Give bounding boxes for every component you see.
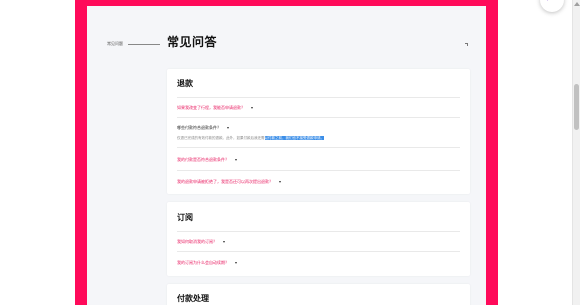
faq-subscription-cancel[interactable]: 我如何取消我的订阅？ bbox=[177, 239, 225, 244]
chevron-down-icon bbox=[279, 180, 281, 183]
faq-answer-selection: 以付款之前，我们也不接受退款申请。 bbox=[264, 136, 324, 140]
refund-card: 退款 如果我改变了行程，我能否申请退款？ 哪些付款符合退款条件？ 仅退已完成的有… bbox=[167, 69, 470, 194]
section-nav-line bbox=[128, 43, 160, 45]
content-frame: 常见问题 常见问答 退款 如果我改变了行程，我能否申请退款？ 哪些付款符合退款条… bbox=[75, 0, 498, 305]
scroll-up-icon[interactable] bbox=[574, 2, 580, 6]
faq-question-text: 我如何取消我的订阅？ bbox=[177, 239, 217, 244]
faq-answer: 仅退已完成的有效付款的退款。此外，如果付款后我还需以付款之前，我们也不接受退款申… bbox=[177, 136, 324, 141]
section-nav[interactable]: 常见问题 bbox=[107, 38, 160, 50]
faq-refund-eligible-payments[interactable]: 哪些付款符合退款条件？ bbox=[177, 125, 229, 130]
corner-arrow-icon bbox=[465, 43, 468, 46]
divider bbox=[177, 170, 460, 171]
left-gutter bbox=[0, 0, 75, 305]
divider bbox=[177, 231, 460, 232]
refund-card-title: 退款 bbox=[177, 79, 193, 88]
chevron-down-icon bbox=[251, 106, 253, 109]
faq-refund-change-trip[interactable]: 如果我改变了行程，我能否申请退款？ bbox=[177, 105, 253, 110]
subscription-card-title: 订阅 bbox=[177, 213, 193, 222]
faq-question-text: 我的订阅为什么会自动续期？ bbox=[177, 260, 229, 265]
sparkle-icon bbox=[547, 0, 549, 1]
chevron-down-icon bbox=[235, 158, 237, 161]
divider bbox=[177, 147, 460, 148]
divider bbox=[177, 97, 460, 98]
faq-answer-text: 仅退已完成的有效付款的退款。此外，如果付款后我还需 bbox=[177, 136, 265, 140]
scroll-thumb[interactable] bbox=[574, 84, 579, 130]
chevron-down-icon bbox=[223, 240, 225, 243]
faq-question-text: 我的退款申请被拒绝了，我是否还可以再次提出退款？ bbox=[177, 179, 273, 184]
divider bbox=[177, 251, 460, 252]
chevron-down-icon bbox=[235, 261, 237, 264]
divider bbox=[177, 117, 460, 118]
faq-refund-rejected[interactable]: 我的退款申请被拒绝了，我是否还可以再次提出退款？ bbox=[177, 179, 281, 184]
faq-question-text: 哪些付款符合退款条件？ bbox=[177, 125, 221, 130]
chevron-down-icon bbox=[227, 126, 229, 129]
faq-question-text: 如果我改变了行程，我能否申请退款？ bbox=[177, 105, 245, 110]
payment-card-title: 付款处理 bbox=[177, 294, 209, 303]
subscription-card: 订阅 我如何取消我的订阅？ 我的订阅为什么会自动续期？ bbox=[167, 202, 470, 276]
faq-subscription-auto-renew[interactable]: 我的订阅为什么会自动续期？ bbox=[177, 260, 237, 265]
content-panel: 常见问题 常见问答 退款 如果我改变了行程，我能否申请退款？ 哪些付款符合退款条… bbox=[87, 6, 486, 305]
faq-question-text: 我的付款是否符合退款条件？ bbox=[177, 157, 229, 162]
right-gutter bbox=[498, 0, 572, 305]
payment-card: 付款处理 bbox=[167, 284, 470, 305]
faq-refund-my-payment[interactable]: 我的付款是否符合退款条件？ bbox=[177, 157, 237, 162]
page-scrollbar[interactable] bbox=[572, 0, 580, 305]
section-nav-label[interactable]: 常见问题 bbox=[107, 41, 123, 47]
page-title: 常见问答 bbox=[167, 35, 218, 49]
